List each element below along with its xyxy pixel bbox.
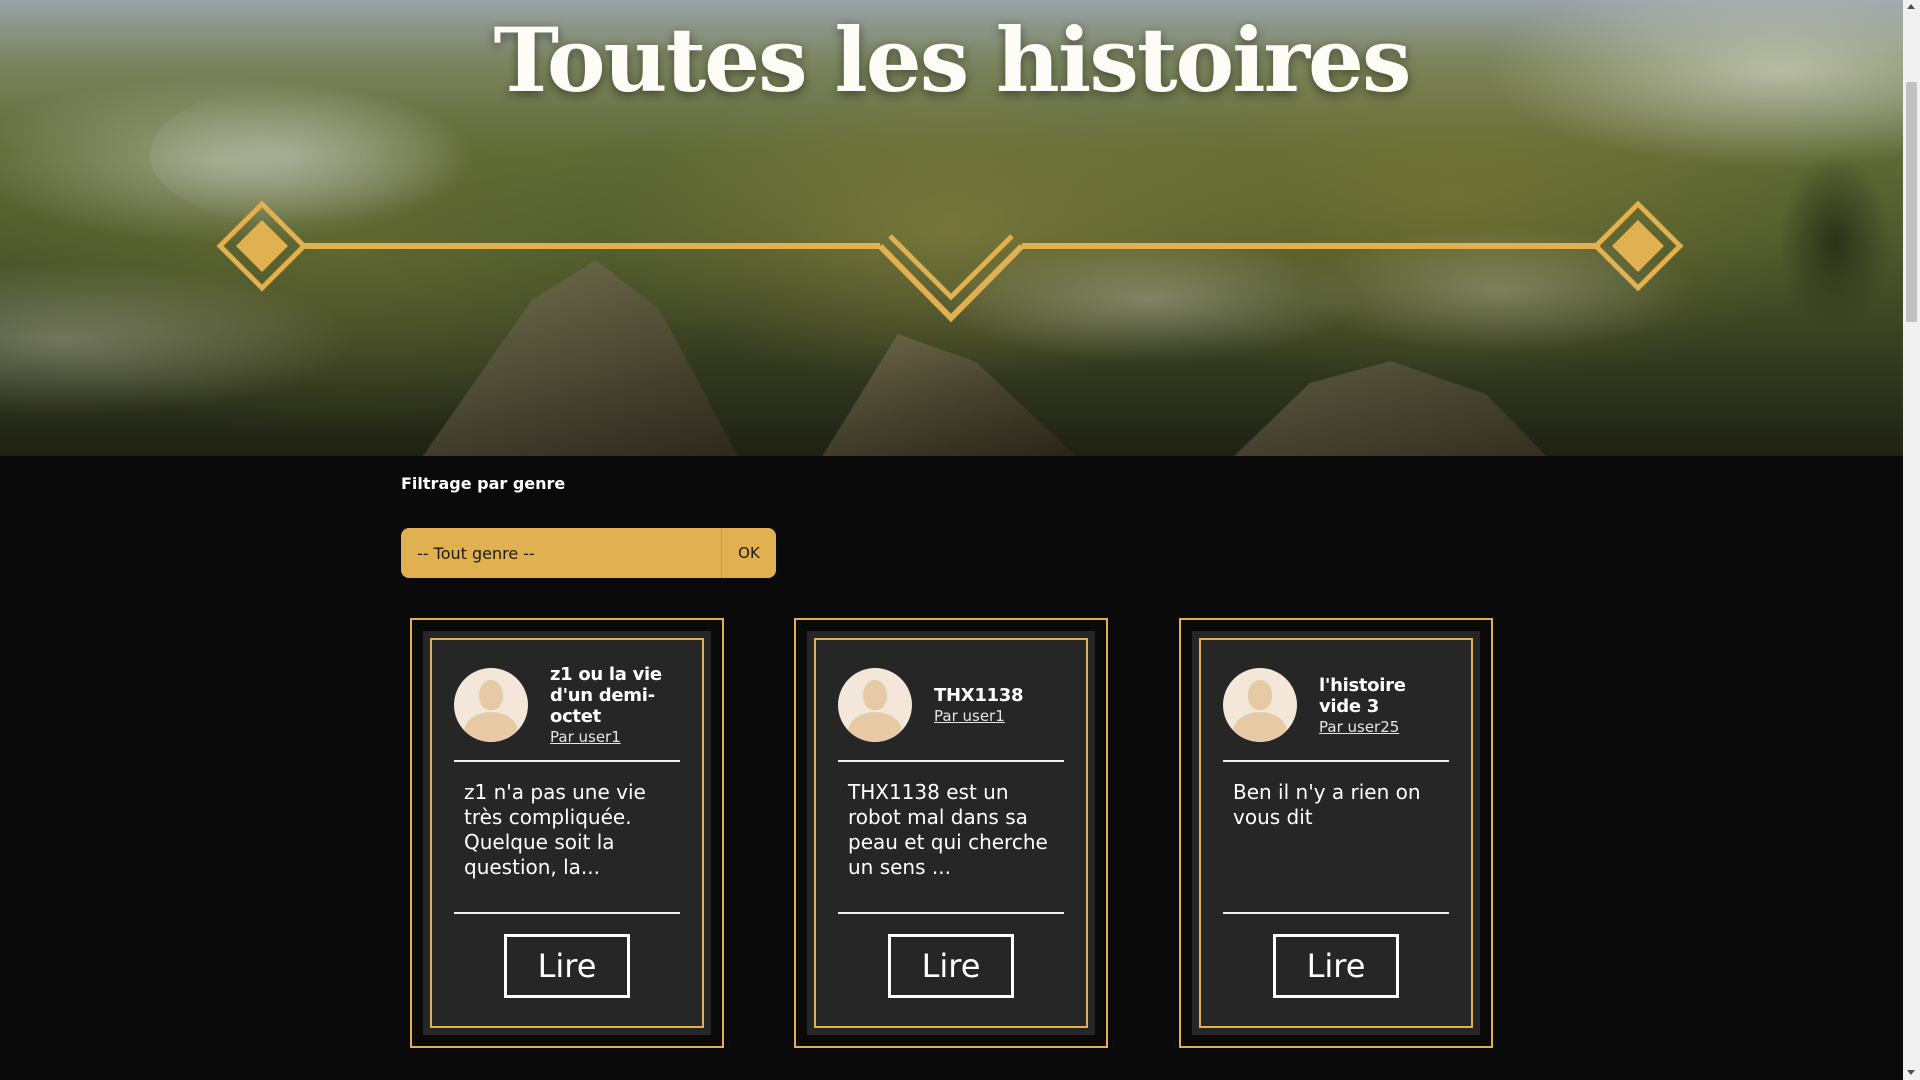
card-divider: [1223, 760, 1449, 762]
read-story-button[interactable]: Lire: [888, 934, 1014, 998]
story-card-inner: THX1138 Par user1 THX1138 est un robot m…: [807, 631, 1095, 1035]
hero-ornament-divider: [216, 200, 1684, 323]
card-divider: [838, 760, 1064, 762]
scroll-thumb[interactable]: [1906, 82, 1917, 322]
genre-select[interactable]: -- Tout genre --: [401, 528, 722, 578]
author-avatar: [838, 668, 912, 742]
story-card-inner: z1 ou la vie d'un demi-octet Par user1 z…: [423, 631, 711, 1035]
story-title: THX1138: [934, 685, 1024, 706]
story-list: z1 ou la vie d'un demi-octet Par user1 z…: [410, 618, 1494, 1048]
scroll-up-arrow-icon[interactable]: [1907, 4, 1915, 9]
hero-rock: [820, 334, 1080, 456]
read-story-button[interactable]: Lire: [1273, 934, 1399, 998]
page-scrollbar[interactable]: [1903, 0, 1920, 1080]
story-title: l'histoire vide 3: [1319, 674, 1406, 717]
genre-filter-label: Filtrage par genre: [401, 474, 566, 493]
story-card-inner: l'histoire vide 3 Par user25 Ben il n'y …: [1192, 631, 1480, 1035]
filter-ok-button[interactable]: OK: [722, 528, 776, 578]
hero-rock: [1230, 361, 1550, 456]
card-divider: [1223, 912, 1449, 914]
read-story-button[interactable]: Lire: [504, 934, 630, 998]
story-card-frame: THX1138 Par user1 THX1138 est un robot m…: [814, 638, 1088, 1028]
story-author-link[interactable]: Par user1: [550, 728, 621, 746]
story-description: z1 n'a pas une vie très compliquée. Quel…: [464, 780, 646, 879]
avatar-face-icon: [863, 680, 887, 710]
story-card-frame: l'histoire vide 3 Par user25 Ben il n'y …: [1199, 638, 1473, 1028]
card-divider: [838, 912, 1064, 914]
card-divider: [454, 760, 680, 762]
story-card-titles: z1 ou la vie d'un demi-octet Par user1: [550, 664, 680, 746]
story-card: z1 ou la vie d'un demi-octet Par user1 z…: [410, 618, 724, 1048]
story-description: Ben il n'y a rien on vous dit: [1233, 780, 1421, 829]
story-card-frame: z1 ou la vie d'un demi-octet Par user1 z…: [430, 638, 704, 1028]
story-card-header: l'histoire vide 3 Par user25: [1223, 658, 1449, 752]
avatar-body-icon: [464, 712, 518, 742]
page-title: Toutes les histoires: [493, 8, 1411, 112]
avatar-face-icon: [1248, 680, 1272, 710]
story-card-header: z1 ou la vie d'un demi-octet Par user1: [454, 658, 680, 752]
scroll-down-arrow-icon[interactable]: [1907, 1070, 1915, 1075]
story-card-titles: l'histoire vide 3 Par user25: [1319, 675, 1449, 736]
avatar-body-icon: [848, 712, 902, 742]
story-card: l'histoire vide 3 Par user25 Ben il n'y …: [1179, 618, 1493, 1048]
story-description: THX1138 est un robot mal dans sa peau et…: [848, 780, 1048, 879]
story-card-header: THX1138 Par user1: [838, 658, 1064, 752]
story-card: THX1138 Par user1 THX1138 est un robot m…: [794, 618, 1108, 1048]
card-divider: [454, 912, 680, 914]
avatar-face-icon: [479, 680, 503, 710]
genre-filter-form: -- Tout genre -- OK: [401, 528, 776, 578]
author-avatar: [454, 668, 528, 742]
hero-banner: Toutes les histoires: [0, 0, 1903, 456]
story-title: z1 ou la vie d'un demi-octet: [550, 664, 662, 727]
story-author-link[interactable]: Par user1: [934, 707, 1005, 725]
avatar-body-icon: [1233, 712, 1287, 742]
story-card-titles: THX1138 Par user1: [934, 685, 1064, 725]
story-author-link[interactable]: Par user25: [1319, 718, 1399, 736]
author-avatar: [1223, 668, 1297, 742]
